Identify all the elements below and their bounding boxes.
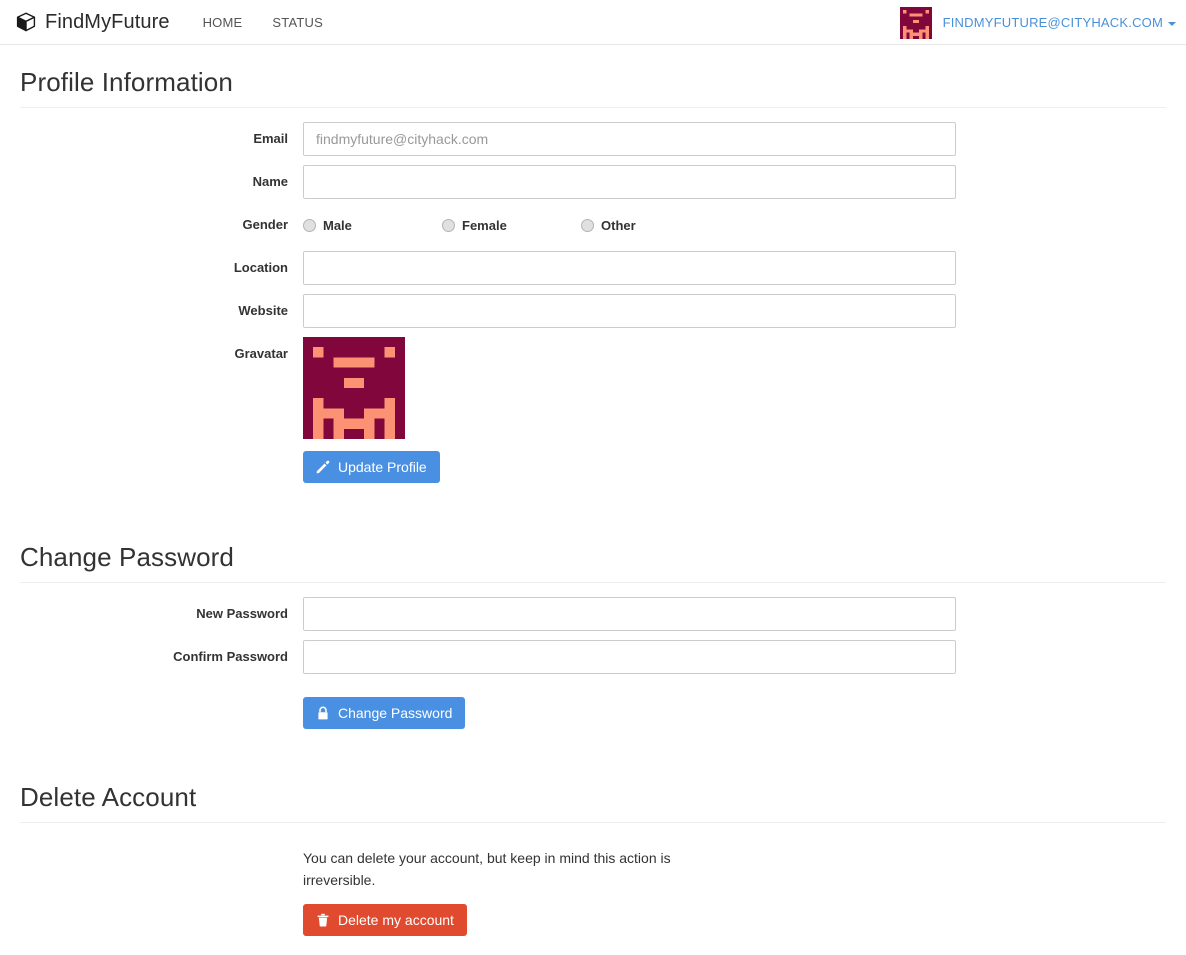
form-row-confirm-password: Confirm Password <box>20 640 1166 674</box>
profile-section-title: Profile Information <box>20 45 1166 107</box>
identicon-avatar <box>900 7 932 39</box>
page-content: Profile Information Email Name Gender Ma… <box>0 45 1186 936</box>
radio-icon-other[interactable] <box>581 219 594 232</box>
form-row-gravatar: Gravatar Update Profile <box>20 337 1166 483</box>
update-profile-row: Update Profile <box>303 439 956 483</box>
gender-radio-male[interactable]: Male <box>303 218 442 233</box>
change-password-button-label: Change Password <box>338 706 452 720</box>
profile-form: Email Name Gender Male <box>20 108 1166 483</box>
gender-radio-other[interactable]: Other <box>581 218 636 233</box>
form-row-email: Email <box>20 122 1166 156</box>
radio-icon-female[interactable] <box>442 219 455 232</box>
form-row-delete: You can delete your account, but keep in… <box>20 837 1166 936</box>
gender-radio-male-label: Male <box>323 218 352 233</box>
delete-spacer-label <box>20 837 303 845</box>
navbar: FindMyFuture HOME STATUS FINDMYFUTURE@CI… <box>0 0 1186 45</box>
email-label: Email <box>20 122 303 148</box>
gender-radio-female-label: Female <box>462 218 507 233</box>
nav-link-home-label: HOME <box>203 15 243 30</box>
gravatar-image <box>303 337 405 439</box>
main-nav: HOME STATUS <box>188 0 338 45</box>
name-label: Name <box>20 165 303 191</box>
email-input[interactable] <box>303 122 956 156</box>
radio-icon-male[interactable] <box>303 219 316 232</box>
nav-link-status[interactable]: STATUS <box>257 0 338 45</box>
delete-section-title: Delete Account <box>20 760 1166 822</box>
form-row-change-password-button: Change Password <box>20 683 1166 729</box>
nav-link-home[interactable]: HOME <box>188 0 258 45</box>
delete-account-button[interactable]: Delete my account <box>303 904 467 936</box>
new-password-input[interactable] <box>303 597 956 631</box>
form-row-new-password: New Password <box>20 597 1166 631</box>
form-row-name: Name <box>20 165 1166 199</box>
delete-account-row: Delete my account <box>303 891 956 936</box>
change-password-row: Change Password <box>303 683 956 729</box>
gender-label: Gender <box>20 208 303 234</box>
password-form: New Password Confirm Password <box>20 583 1166 729</box>
name-input[interactable] <box>303 165 956 199</box>
gender-radio-group: Male Female Other <box>303 208 956 234</box>
confirm-password-input[interactable] <box>303 640 956 674</box>
brand-label: FindMyFuture <box>45 12 170 32</box>
gender-radio-other-label: Other <box>601 218 636 233</box>
cube-icon <box>16 12 36 32</box>
delete-account-button-label: Delete my account <box>338 913 454 927</box>
user-menu-dropdown[interactable]: FINDMYFUTURE@CITYHACK.COM <box>943 15 1176 30</box>
website-input[interactable] <box>303 294 956 328</box>
change-password-button-spacer <box>20 683 303 691</box>
lock-icon <box>316 706 330 720</box>
form-row-website: Website <box>20 294 1166 328</box>
trash-icon <box>316 913 330 927</box>
delete-description: You can delete your account, but keep in… <box>303 837 703 891</box>
gravatar-label: Gravatar <box>20 337 303 363</box>
pencil-icon <box>316 460 330 474</box>
form-row-gender: Gender Male Female Other <box>20 208 1166 242</box>
website-label: Website <box>20 294 303 320</box>
form-row-location: Location <box>20 251 1166 285</box>
nav-link-status-label: STATUS <box>272 15 323 30</box>
password-section-title: Change Password <box>20 520 1166 582</box>
update-profile-button-label: Update Profile <box>338 460 427 474</box>
change-password-button[interactable]: Change Password <box>303 697 465 729</box>
user-menu-label: FINDMYFUTURE@CITYHACK.COM <box>943 15 1163 30</box>
location-label: Location <box>20 251 303 277</box>
update-profile-button[interactable]: Update Profile <box>303 451 440 483</box>
gender-radio-female[interactable]: Female <box>442 218 581 233</box>
new-password-label: New Password <box>20 597 303 623</box>
confirm-password-label: Confirm Password <box>20 640 303 666</box>
delete-form: You can delete your account, but keep in… <box>20 823 1166 936</box>
brand-logo[interactable]: FindMyFuture <box>16 12 188 32</box>
navbar-right: FINDMYFUTURE@CITYHACK.COM <box>900 0 1176 45</box>
caret-down-icon <box>1168 22 1176 26</box>
location-input[interactable] <box>303 251 956 285</box>
